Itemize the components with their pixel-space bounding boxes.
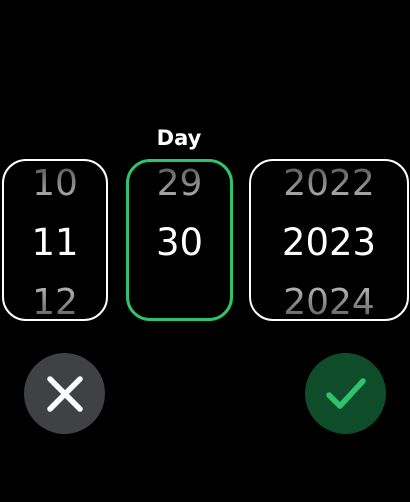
- month-current-value: 11: [31, 221, 79, 264]
- cancel-button[interactable]: [24, 353, 105, 434]
- month-next-value[interactable]: 12: [4, 279, 106, 319]
- day-wheel[interactable]: 29 30: [126, 159, 233, 321]
- year-current-value: 2023: [281, 221, 377, 264]
- month-wheel[interactable]: 10 11 12: [2, 159, 108, 321]
- day-current-value: 30: [155, 221, 204, 264]
- close-icon: [45, 374, 85, 414]
- month-previous-value[interactable]: 10: [4, 161, 106, 208]
- year-wheel[interactable]: 2022 2023 2024: [249, 159, 409, 321]
- date-picker-screen: Day 10 11 12 29 30 2022 2023 2024: [0, 0, 410, 502]
- day-next-value[interactable]: [129, 280, 230, 318]
- year-previous-value[interactable]: 2022: [251, 161, 407, 208]
- checkmark-icon: [325, 373, 367, 415]
- day-column-title: Day: [156, 126, 202, 150]
- confirm-button[interactable]: [305, 353, 386, 434]
- day-previous-value[interactable]: 29: [129, 162, 230, 208]
- year-next-value[interactable]: 2024: [251, 279, 407, 319]
